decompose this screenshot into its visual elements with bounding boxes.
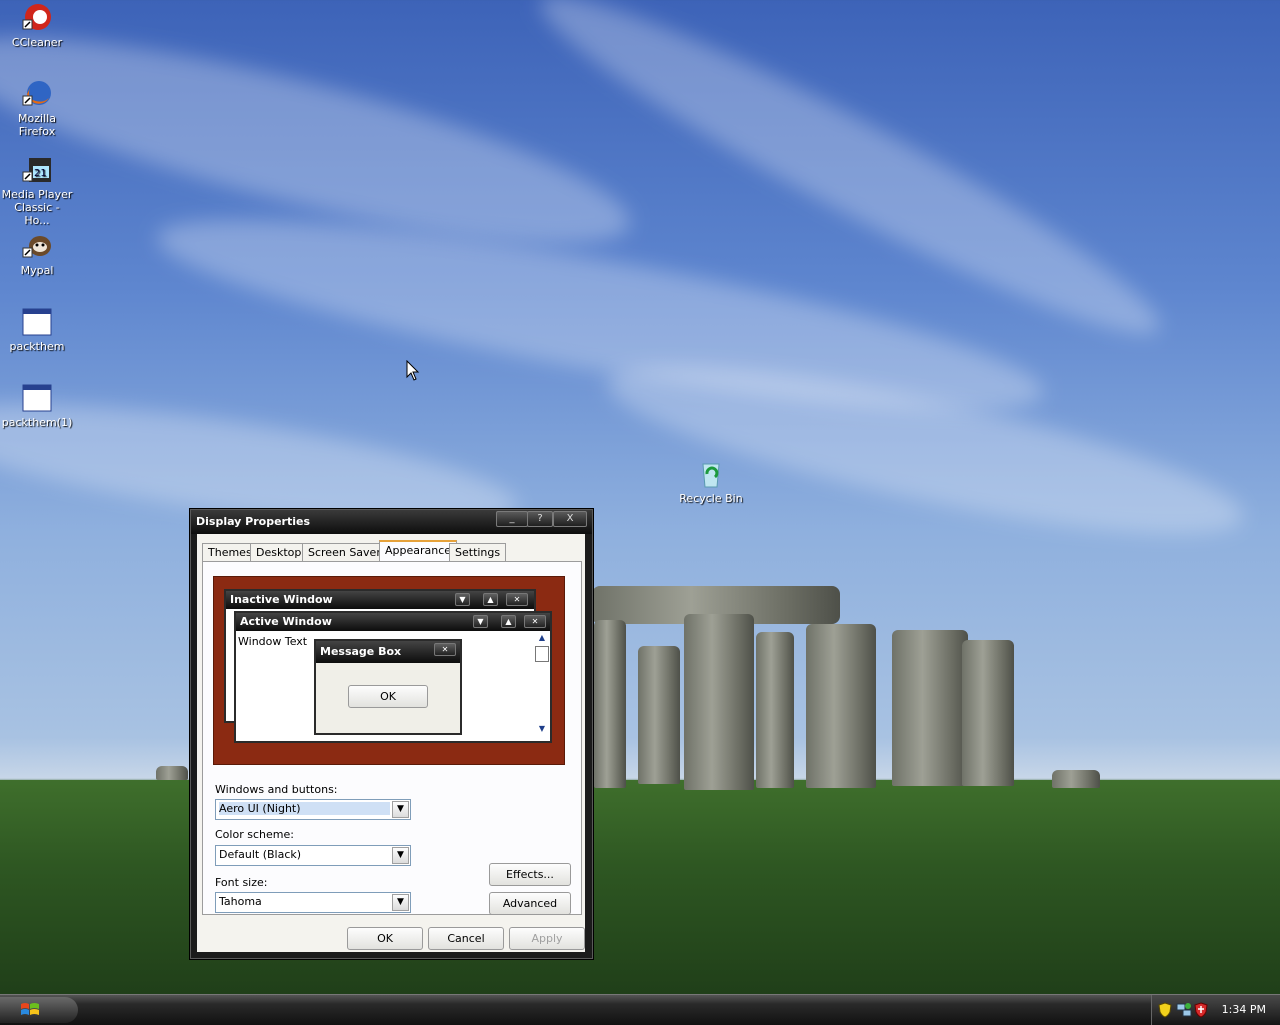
- color-scheme-label: Color scheme:: [215, 828, 294, 841]
- desktop-icon-label: Mypal: [20, 264, 54, 277]
- tab-appearance[interactable]: Appearance: [379, 540, 458, 563]
- desktop-icon-firefox[interactable]: Mozilla Firefox: [0, 78, 74, 138]
- network-icon[interactable]: [1176, 1002, 1192, 1018]
- ok-button[interactable]: OK: [347, 927, 423, 950]
- color-scheme-value: Default (Black): [219, 848, 302, 861]
- stone-pillar: [892, 630, 968, 786]
- ccleaner-icon: [22, 4, 51, 30]
- stone-pillar: [594, 620, 626, 788]
- dialog-title-bar[interactable]: Display Properties _ ? X: [191, 510, 592, 534]
- taskbar: 1:34 PM: [0, 994, 1280, 1025]
- desktop-icon-mypal[interactable]: Mypal: [0, 230, 74, 277]
- appearance-preview: Inactive Window ▼ ▲ ✕ Active Window ▼ ▲ …: [213, 576, 565, 765]
- desktop-icon-label: Recycle Bin: [679, 492, 743, 505]
- desktop-icon-packthem[interactable]: packthem: [0, 306, 74, 353]
- appearance-tab-panel: Inactive Window ▼ ▲ ✕ Active Window ▼ ▲ …: [202, 561, 582, 915]
- mouse-cursor-icon: [406, 360, 420, 381]
- font-size-label: Font size:: [215, 876, 268, 889]
- windows-buttons-value: Aero UI (Night): [219, 802, 390, 815]
- preview-maximize-icon: ▲: [501, 615, 516, 628]
- desktop-icon-label: CCleaner: [11, 36, 63, 49]
- preview-scrollbar: ▲ ▼: [534, 633, 550, 737]
- font-size-select[interactable]: Tahoma ▼: [215, 892, 411, 913]
- chevron-down-icon[interactable]: ▼: [392, 801, 409, 818]
- svg-text:21: 21: [34, 168, 47, 179]
- windows-logo-icon: [21, 1003, 39, 1015]
- preview-close-icon: ✕: [524, 615, 546, 628]
- preview-message-box: Message Box ✕ OK: [314, 639, 462, 735]
- help-button[interactable]: ?: [527, 511, 553, 527]
- security-shield-icon[interactable]: [1158, 1002, 1172, 1018]
- tab-settings[interactable]: Settings: [449, 543, 507, 561]
- firefox-icon: [22, 81, 51, 106]
- scroll-down-icon: ▼: [538, 724, 546, 733]
- desktop-icon-label: Media Player Classic - Ho...: [1, 188, 73, 227]
- desktop-icon-recycle-bin[interactable]: Recycle Bin: [674, 458, 748, 505]
- chevron-down-icon[interactable]: ▼: [392, 894, 409, 911]
- preview-maximize-icon: ▲: [483, 593, 498, 606]
- preview-minimize-icon: ▼: [455, 593, 470, 606]
- scroll-thumb: [535, 646, 549, 662]
- scroll-up-icon: ▲: [538, 633, 546, 642]
- stone-fallen: [1052, 770, 1100, 788]
- windows-buttons-select[interactable]: Aero UI (Night) ▼: [215, 799, 411, 820]
- taskbar-clock[interactable]: 1:34 PM: [1222, 1003, 1266, 1016]
- desktop-icon-ccleaner[interactable]: CCleaner: [0, 2, 74, 49]
- tab-screen-saver[interactable]: Screen Saver: [302, 543, 387, 561]
- preview-ok-button: OK: [348, 685, 428, 708]
- stone-pillar: [962, 640, 1014, 786]
- start-button[interactable]: [0, 997, 78, 1023]
- color-scheme-select[interactable]: Default (Black) ▼: [215, 845, 411, 866]
- close-icon: X: [566, 513, 574, 524]
- desktop-icon-label: packthem(1): [1, 416, 73, 429]
- media-player-icon: 21: [22, 158, 51, 182]
- application-icon: [22, 384, 52, 412]
- mypal-icon: [22, 236, 51, 258]
- application-icon: [22, 308, 52, 336]
- dialog-client-area: Themes Desktop Screen Saver Appearance S…: [197, 534, 585, 952]
- preview-window-text: Window Text: [238, 635, 308, 648]
- minimize-button[interactable]: _: [496, 511, 528, 527]
- stone-fallen: [156, 766, 188, 780]
- system-tray: 1:34 PM: [1151, 995, 1280, 1025]
- preview-minimize-icon: ▼: [473, 615, 488, 628]
- antivirus-icon[interactable]: [1194, 1002, 1208, 1018]
- desktop-icon-packthem-1[interactable]: packthem(1): [0, 382, 74, 429]
- stone-pillar: [684, 614, 754, 790]
- help-icon: ?: [537, 513, 543, 524]
- close-button[interactable]: X: [553, 511, 587, 527]
- preview-close-icon: ✕: [434, 643, 456, 656]
- chevron-down-icon[interactable]: ▼: [392, 847, 409, 864]
- font-size-value: Tahoma: [219, 895, 262, 908]
- minimize-icon: _: [509, 513, 515, 524]
- desktop-icon-media-player[interactable]: 21 Media Player Classic - Ho...: [0, 154, 74, 227]
- desktop-icon-label: packthem: [9, 340, 65, 353]
- cancel-button[interactable]: Cancel: [428, 927, 504, 950]
- recycle-bin-icon: [702, 463, 720, 488]
- display-properties-dialog: Display Properties _ ? X Themes Desktop …: [190, 509, 593, 959]
- windows-buttons-label: Windows and buttons:: [215, 783, 338, 796]
- stone-pillar: [806, 624, 876, 788]
- advanced-button[interactable]: Advanced: [489, 892, 571, 915]
- preview-close-icon: ✕: [506, 593, 528, 606]
- desktop-icon-label: Mozilla Firefox: [18, 112, 56, 138]
- stone-pillar: [756, 632, 794, 788]
- stone-pillar: [638, 646, 680, 784]
- apply-button: Apply: [509, 927, 585, 950]
- dialog-title: Display Properties: [196, 515, 311, 528]
- tab-desktop[interactable]: Desktop: [250, 543, 308, 561]
- effects-button[interactable]: Effects...: [489, 863, 571, 886]
